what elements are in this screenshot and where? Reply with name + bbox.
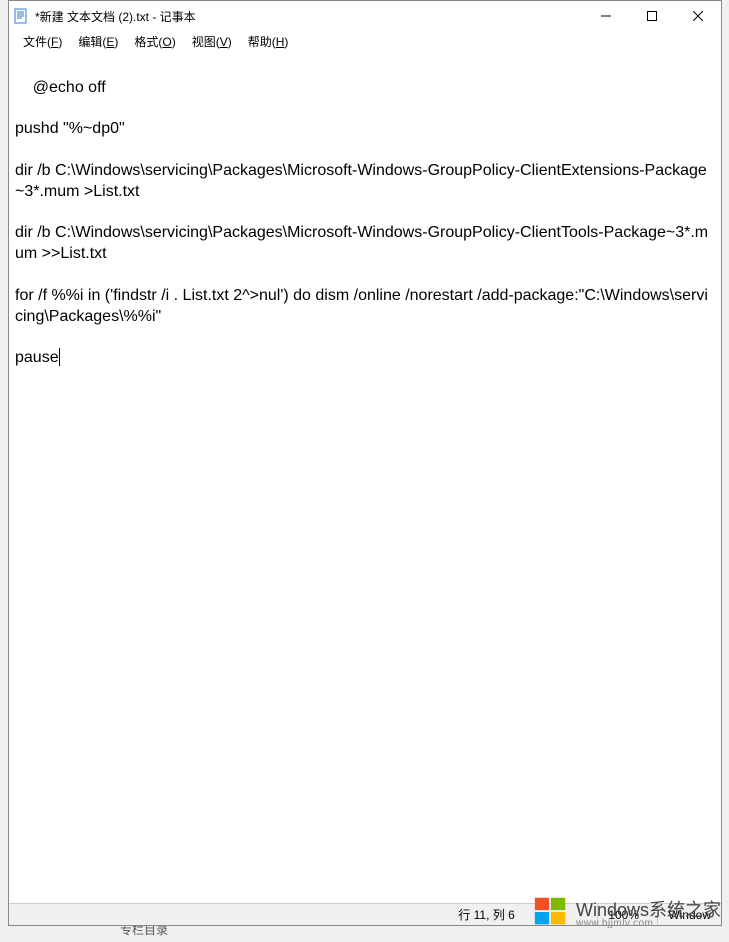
watermark-title: Windows系统之家 bbox=[576, 901, 721, 919]
watermark-url: www.bjjmlv.com bbox=[576, 919, 721, 929]
text-editor[interactable]: @echo off pushd "%~dp0" dir /b C:\Window… bbox=[9, 53, 721, 903]
titlebar[interactable]: *新建 文本文档 (2).txt - 记事本 bbox=[9, 1, 721, 31]
text-cursor bbox=[59, 348, 60, 366]
maximize-button[interactable] bbox=[629, 1, 675, 31]
window-title: *新建 文本文档 (2).txt - 记事本 bbox=[35, 8, 583, 25]
notepad-icon bbox=[13, 8, 29, 24]
menu-help[interactable]: 帮助(H) bbox=[240, 31, 297, 52]
editor-content: @echo off pushd "%~dp0" dir /b C:\Window… bbox=[15, 79, 708, 366]
watermark: Windows系统之家 www.bjjmlv.com bbox=[532, 893, 721, 936]
menu-file[interactable]: 文件(F) bbox=[15, 31, 70, 52]
menu-format[interactable]: 格式(O) bbox=[126, 31, 183, 52]
menubar: 文件(F) 编辑(E) 格式(O) 视图(V) 帮助(H) bbox=[9, 31, 721, 53]
minimize-button[interactable] bbox=[583, 1, 629, 31]
window-controls bbox=[583, 1, 721, 31]
windows-logo-icon bbox=[532, 893, 570, 936]
close-button[interactable] bbox=[675, 1, 721, 31]
menu-edit[interactable]: 编辑(E) bbox=[70, 31, 126, 52]
notepad-window: *新建 文本文档 (2).txt - 记事本 文件(F) 编辑(E) 格式(O)… bbox=[8, 0, 722, 926]
menu-view[interactable]: 视图(V) bbox=[184, 31, 240, 52]
